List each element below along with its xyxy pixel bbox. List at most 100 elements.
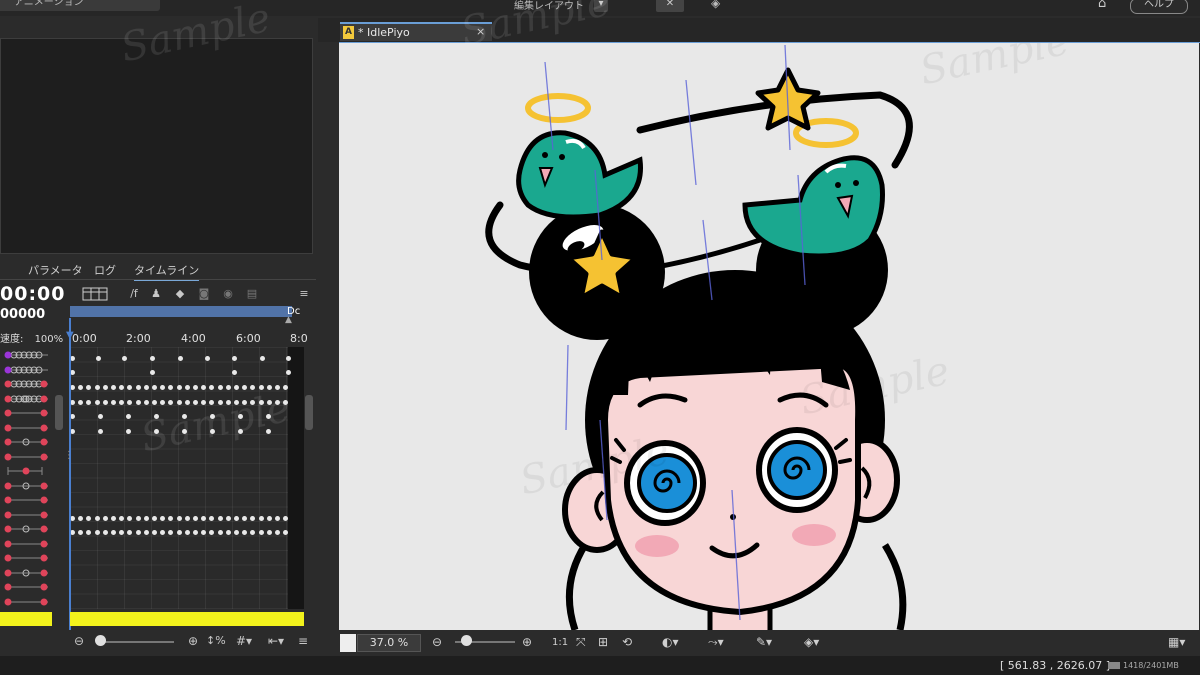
keyframe[interactable]: [209, 530, 214, 535]
keyframe[interactable]: [127, 385, 132, 390]
speed-value[interactable]: 100%: [35, 334, 64, 345]
playhead-handle[interactable]: ▼: [66, 330, 74, 341]
canvas-viewport[interactable]: Sample Sample Sample: [339, 43, 1199, 630]
keyframe[interactable]: [119, 516, 124, 521]
fit-screen-icon[interactable]: ⤧: [576, 635, 586, 650]
keyframe[interactable]: [259, 516, 264, 521]
keyframe[interactable]: [144, 516, 149, 521]
keyframe[interactable]: [250, 516, 255, 521]
keyframe[interactable]: [78, 385, 83, 390]
keyframe[interactable]: [144, 400, 149, 405]
keyframe[interactable]: [275, 530, 280, 535]
layer-row-icon[interactable]: [4, 582, 50, 592]
layer-row-icon[interactable]: [4, 481, 50, 491]
align-icon[interactable]: ⇤▾: [268, 634, 284, 648]
keyframe[interactable]: [136, 516, 141, 521]
layer-row-icon[interactable]: [4, 553, 50, 563]
keyframe[interactable]: [103, 516, 108, 521]
keyframe[interactable]: [250, 385, 255, 390]
layers-icon[interactable]: ▤: [244, 287, 260, 301]
actual-size-button[interactable]: 1:1: [552, 637, 568, 648]
keyframe[interactable]: [86, 400, 91, 405]
keyframe[interactable]: [126, 414, 131, 419]
keyframe[interactable]: [218, 516, 223, 521]
keyframe[interactable]: [160, 400, 165, 405]
keyframe[interactable]: [201, 516, 206, 521]
keyframe[interactable]: [218, 530, 223, 535]
menu-icon[interactable]: ≡: [298, 634, 308, 648]
keyframe[interactable]: [226, 385, 231, 390]
layer-row-icon[interactable]: [4, 365, 50, 375]
keyframe[interactable]: [119, 530, 124, 535]
rotate-view-icon[interactable]: ⟲: [622, 635, 632, 649]
work-area-bar[interactable]: [70, 612, 304, 626]
visibility-icon[interactable]: ◈▾: [804, 635, 819, 649]
keyframe[interactable]: [234, 385, 239, 390]
keyframe[interactable]: [160, 516, 165, 521]
splitter-handle[interactable]: ⋮: [64, 450, 74, 461]
pin-icon[interactable]: ◈: [711, 0, 720, 10]
keyframe[interactable]: [242, 516, 247, 521]
layer-row-icon[interactable]: [4, 379, 50, 389]
keyframe[interactable]: [95, 516, 100, 521]
keyframe[interactable]: [111, 530, 116, 535]
keyframe[interactable]: [111, 385, 116, 390]
keyframe[interactable]: [242, 385, 247, 390]
keyframe[interactable]: [86, 530, 91, 535]
keyframe[interactable]: [178, 356, 183, 361]
keyframe[interactable]: [86, 385, 91, 390]
keyframe[interactable]: [119, 400, 124, 405]
layer-row-icon[interactable]: [4, 539, 50, 549]
onion-skin-icon[interactable]: ♟: [148, 287, 164, 301]
keyframe[interactable]: [260, 356, 265, 361]
keyframe[interactable]: [98, 429, 103, 434]
layer-row-icon[interactable]: [4, 466, 50, 476]
keyframe[interactable]: [126, 429, 131, 434]
keyframe[interactable]: [168, 516, 173, 521]
zoom-in-icon[interactable]: ⊕: [522, 635, 532, 649]
keyframe[interactable]: [234, 530, 239, 535]
keyframe[interactable]: [160, 530, 165, 535]
timeline-zoom-slider[interactable]: [96, 641, 174, 643]
keyframe[interactable]: [283, 516, 288, 521]
keyframe[interactable]: [201, 530, 206, 535]
keyframe[interactable]: [193, 516, 198, 521]
layer-row-icon[interactable]: [4, 597, 50, 607]
tab-log[interactable]: ログ: [94, 262, 116, 278]
layer-row-icon[interactable]: [4, 452, 50, 462]
keyframe[interactable]: [286, 370, 291, 375]
keyframe[interactable]: [177, 530, 182, 535]
layer-scrollbar[interactable]: [55, 395, 63, 430]
keyframe[interactable]: [103, 385, 108, 390]
keyframe[interactable]: [234, 516, 239, 521]
keyframe[interactable]: [95, 385, 100, 390]
keyframe[interactable]: [177, 385, 182, 390]
home-icon[interactable]: ⌂: [1098, 0, 1106, 11]
layer-row-icon[interactable]: [4, 350, 50, 360]
layer-row-icon[interactable]: [4, 408, 50, 418]
keyframe[interactable]: [232, 356, 237, 361]
menu-icon[interactable]: ≡: [296, 287, 312, 301]
zoom-out-icon[interactable]: ⊖: [432, 635, 442, 649]
tab-parameters[interactable]: パラメータ: [28, 262, 83, 278]
keyframe[interactable]: [150, 356, 155, 361]
timeline-scrollbar[interactable]: [305, 395, 313, 430]
layout-icon[interactable]: ▦▾: [1168, 635, 1185, 649]
keyframe[interactable]: [127, 400, 132, 405]
keyframe[interactable]: [185, 516, 190, 521]
keyframe[interactable]: [250, 530, 255, 535]
keyframe[interactable]: [168, 400, 173, 405]
layer-row-icon[interactable]: [4, 568, 50, 578]
close-layout-button[interactable]: ✕: [656, 0, 684, 12]
time-ruler[interactable]: 0:00 2:00 4:00 6:00 8:0: [70, 332, 308, 346]
keyframe[interactable]: [136, 400, 141, 405]
keyframe[interactable]: [193, 530, 198, 535]
keyframe[interactable]: [283, 530, 288, 535]
keyframe[interactable]: [218, 385, 223, 390]
keyframe[interactable]: [177, 400, 182, 405]
keyframe[interactable]: [127, 530, 132, 535]
workspace-menu[interactable]: アニメーション: [0, 0, 160, 11]
keyframe[interactable]: [111, 516, 116, 521]
keyframe[interactable]: [201, 385, 206, 390]
keyframe[interactable]: [259, 530, 264, 535]
